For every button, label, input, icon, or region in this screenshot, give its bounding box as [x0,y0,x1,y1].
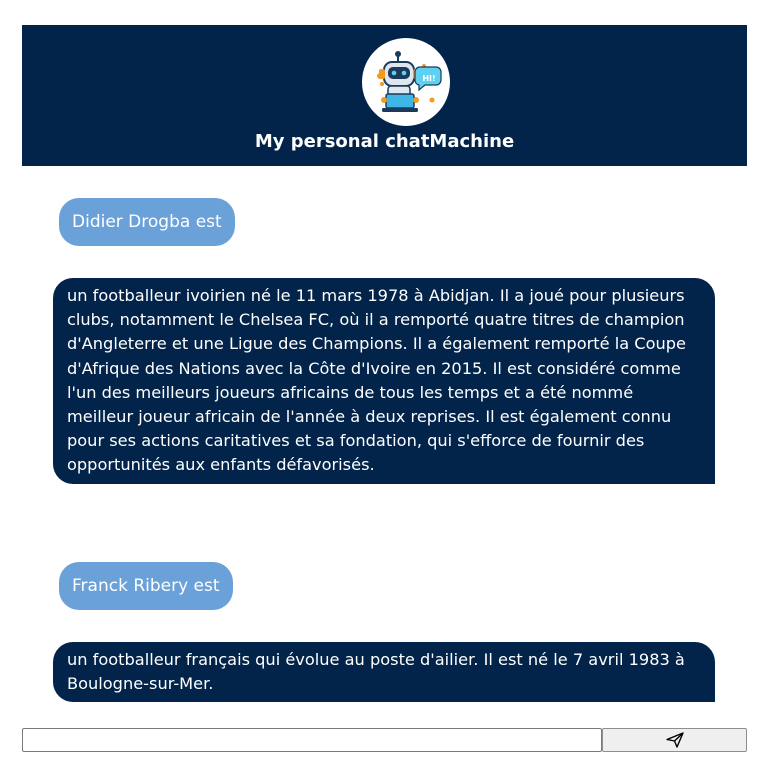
composer [22,728,747,752]
bot-message-bubble: un footballeur français qui évolue au po… [53,642,715,703]
paper-plane-icon [665,732,684,748]
robot-mascot-icon: HI! [362,38,450,126]
logo-bubble-text: HI! [422,74,435,83]
user-message-bubble: Didier Drogba est [59,198,235,246]
send-button[interactable] [602,728,747,752]
chat-app: HI! My personal chatMachine Didier Drogb… [0,0,778,783]
page-title: My personal chatMachine [254,131,515,152]
bot-message-bubble: un footballeur ivoirien né le 11 mars 19… [53,278,715,484]
user-message-bubble: Franck Ribery est [59,562,233,610]
message-input[interactable] [22,728,602,752]
header: HI! My personal chatMachine [22,25,747,166]
